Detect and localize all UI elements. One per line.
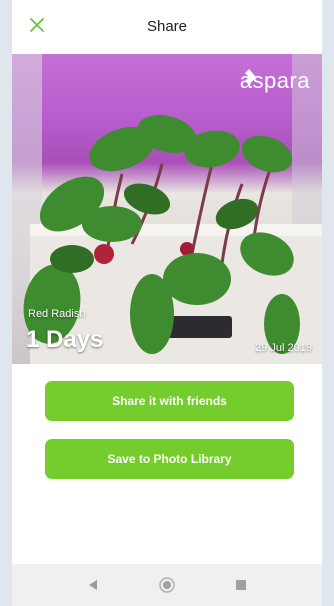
plant-photo: aspara Red Radish 1 Days 29 Jul 2019 — [12, 54, 322, 364]
nav-recents-button[interactable] — [230, 574, 252, 596]
back-icon — [89, 580, 97, 590]
nav-home-button[interactable] — [156, 574, 178, 596]
growth-days: 1 Days — [26, 326, 104, 353]
page-title: Share — [146, 17, 188, 35]
brand-logo: aspara — [240, 68, 310, 94]
photo-date: 29 Jul 2019 — [255, 342, 312, 354]
android-nav-bar — [12, 564, 322, 606]
share-screen: Share aspara Red Radish 1 Days 29 Jul 20… — [12, 0, 322, 606]
save-to-photo-library-button[interactable]: Save to Photo Library — [45, 439, 294, 479]
share-with-friends-button[interactable]: Share it with friends — [45, 381, 294, 421]
recents-icon — [236, 580, 246, 590]
close-icon — [30, 18, 44, 32]
close-button[interactable] — [26, 14, 48, 36]
nav-back-button[interactable] — [82, 574, 104, 596]
header: Share — [12, 0, 322, 54]
plant-name: Red Radish — [28, 308, 86, 320]
home-icon — [159, 577, 175, 593]
aspara-logo-icon — [244, 69, 256, 85]
